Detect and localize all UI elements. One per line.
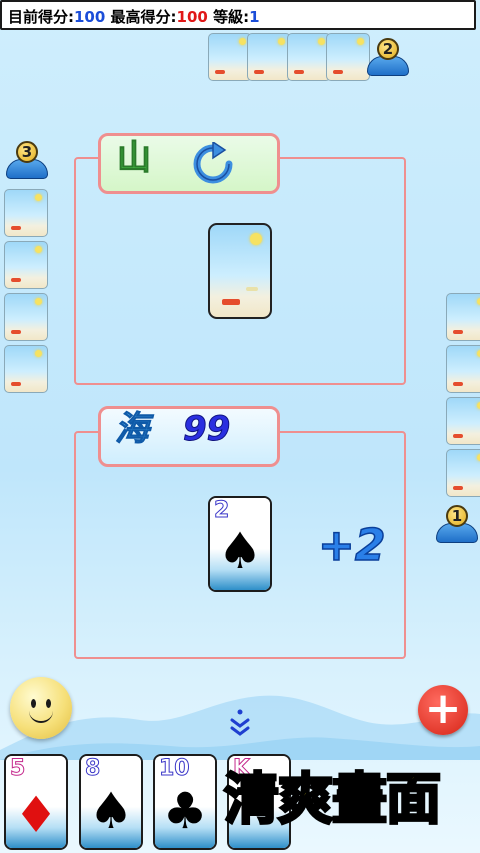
sea-pile-label: 海 99 — [98, 406, 280, 467]
player-3-badge-number: 3 — [16, 141, 38, 163]
best-score-label: 最高得分: — [110, 8, 177, 26]
opponent-left-card — [4, 241, 48, 289]
hand-card-2[interactable]: 8 ♠ — [79, 754, 143, 850]
bonus-score-text: +2 — [317, 519, 386, 572]
opponent-top-card — [208, 33, 252, 81]
opponent-right-card — [446, 397, 480, 445]
spade-icon: ♠ — [217, 522, 263, 580]
hand-card-rank: 5 — [9, 756, 26, 782]
sea-label-text: 海 — [115, 409, 150, 450]
emoji-button[interactable] — [10, 677, 72, 739]
opponent-top-card — [287, 33, 331, 81]
opponent-left-card — [4, 189, 48, 237]
refresh-icon[interactable] — [191, 142, 235, 186]
player-2-avatar: 2 — [367, 38, 409, 78]
opponent-right-card — [446, 449, 480, 497]
add-button[interactable]: + — [418, 685, 468, 735]
diamond-icon: ♦ — [13, 786, 59, 844]
best-score-value: 100 — [176, 8, 208, 26]
mountain-pile-label: 山 — [98, 133, 280, 194]
level-label: 等級: — [213, 8, 250, 26]
mountain-draw-card[interactable] — [208, 223, 272, 319]
mountain-label-text: 山 — [117, 138, 152, 179]
hand-card-rank: 10 — [159, 756, 191, 782]
player-3-avatar: 3 — [6, 141, 48, 181]
opponent-right-card — [446, 345, 480, 393]
level-value: 1 — [249, 8, 260, 26]
current-score-value: 100 — [74, 8, 106, 26]
promo-caption: 清爽畫面 — [222, 766, 442, 833]
player-1-badge-number: 1 — [446, 505, 468, 527]
played-card: 2 ♠ — [208, 496, 272, 592]
current-score-label: 目前得分: — [8, 8, 74, 26]
sea-pile-count: 99 — [182, 409, 231, 450]
hand-card-1[interactable]: 5 ♦ — [4, 754, 68, 850]
chevron-down-icon[interactable] — [228, 708, 252, 738]
opponent-left-card — [4, 345, 48, 393]
opponent-right-card — [446, 293, 480, 341]
hand-card-rank: 8 — [84, 756, 101, 782]
score-status-bar: 目前得分:100 最高得分:100 等級:1 — [0, 0, 476, 30]
played-card-rank: 2 — [213, 498, 230, 524]
hand-card-3[interactable]: 10 ♣ — [153, 754, 217, 850]
player-2-badge-number: 2 — [377, 38, 399, 60]
opponent-top-card — [326, 33, 370, 81]
spade-icon: ♠ — [88, 782, 134, 840]
opponent-left-card — [4, 293, 48, 341]
club-icon: ♣ — [162, 782, 208, 840]
opponent-top-card — [247, 33, 291, 81]
player-1-avatar: 1 — [436, 505, 478, 545]
